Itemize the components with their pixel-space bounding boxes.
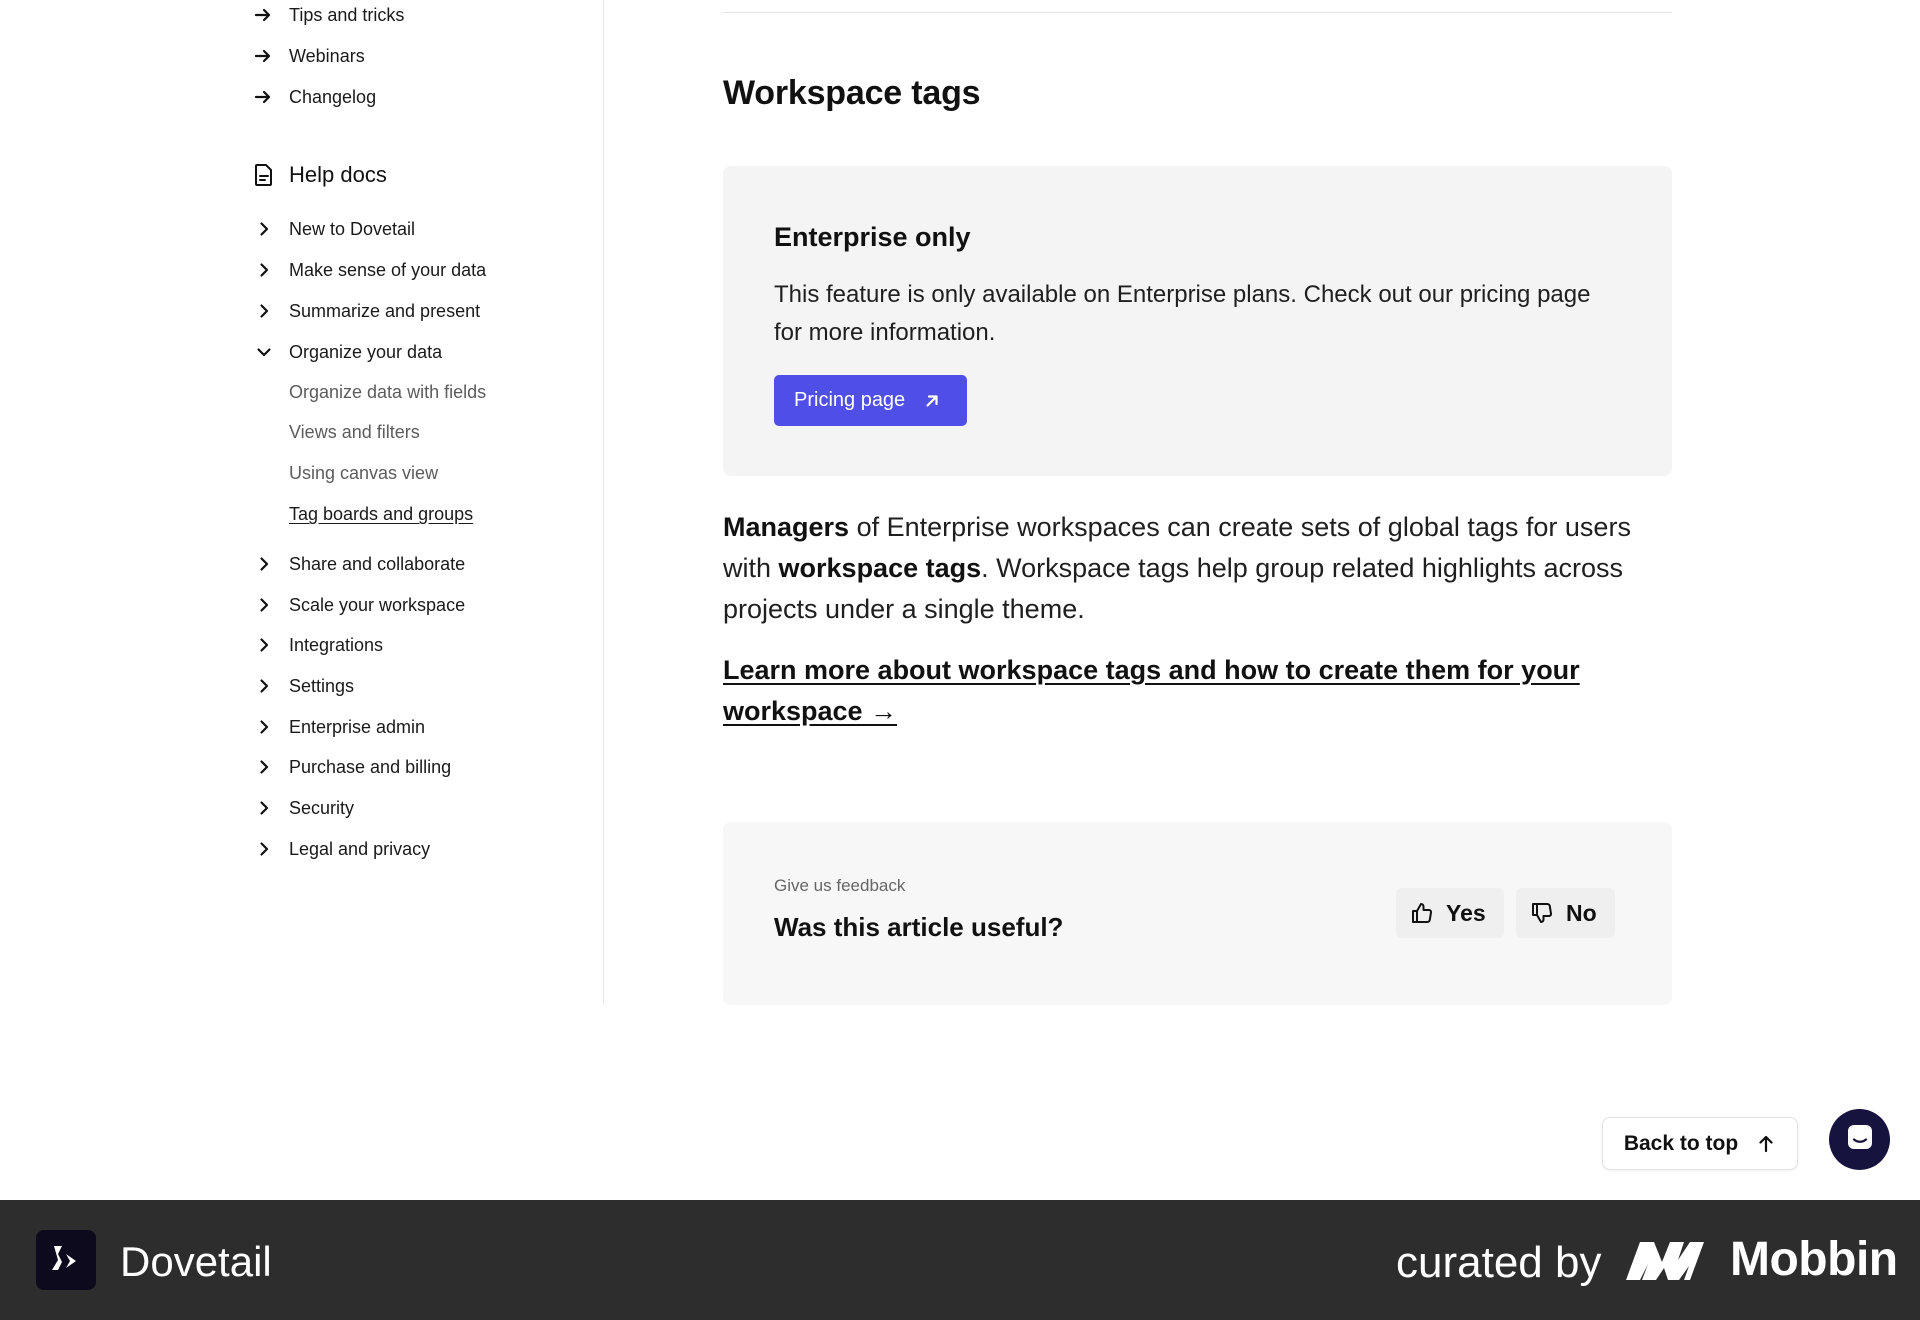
sidebar-link-tips[interactable]: Tips and tricks (253, 1, 404, 29)
feedback-no-button[interactable]: No (1516, 888, 1615, 938)
sidebar-item-new-to-dovetail[interactable]: New to Dovetail (255, 215, 415, 243)
sidebar-item-label: Make sense of your data (289, 259, 487, 280)
sidebar-item-label: Settings (289, 675, 355, 696)
chevron-right-icon (255, 220, 273, 238)
arrow-right-icon (253, 5, 273, 25)
sidebar-item-label: Scale your workspace (289, 594, 466, 615)
sidebar-item-label: New to Dovetail (289, 218, 416, 239)
chevron-down-icon (255, 343, 273, 361)
callout-text: This feature is only available on Enterp… (774, 281, 1591, 346)
sidebar-item-label: Enterprise admin (289, 716, 426, 737)
sidebar-item-make-sense[interactable]: Make sense of your data (255, 256, 486, 284)
external-link-icon (923, 392, 941, 410)
mobbin-logo-icon (1626, 1242, 1704, 1280)
chevron-right-icon (255, 261, 273, 279)
feedback-yes-label: Yes (1446, 899, 1486, 926)
thumbs-down-icon (1530, 901, 1554, 925)
chevron-right-icon (255, 555, 273, 573)
footer-curator: Mobbin (1730, 1233, 1898, 1286)
chevron-right-icon (255, 302, 273, 320)
help-docs-title: Help docs (289, 162, 387, 187)
back-to-top-label: Back to top (1623, 1131, 1739, 1155)
sidebar-item-purchase[interactable]: Purchase and billing (255, 753, 451, 781)
dovetail-logo-icon (36, 1230, 96, 1290)
arrow-right-icon (253, 87, 273, 107)
sidebar-item-organize[interactable]: Organize your data (255, 338, 442, 366)
sidebar-item-label: Integrations (289, 634, 384, 655)
back-to-top-button[interactable]: Back to top (1602, 1117, 1798, 1170)
sidebar-item-label: Security (289, 797, 355, 818)
sidebar-item-label: Legal and privacy (289, 838, 431, 859)
feedback-label: Give us feedback (774, 876, 906, 895)
thumbs-up-icon (1410, 901, 1434, 925)
feedback-panel: Give us feedback Was this article useful… (723, 822, 1672, 1005)
sidebar-subitem-views[interactable]: Views and filters (289, 418, 420, 446)
arrow-right-icon (253, 46, 273, 66)
callout-title: Enterprise only (774, 222, 971, 252)
sidebar-link-label: Tips and tricks (289, 4, 405, 25)
sidebar-item-security[interactable]: Security (255, 794, 354, 822)
chevron-right-icon (255, 718, 273, 736)
chevron-right-icon (255, 840, 273, 858)
chevron-right-icon (255, 636, 273, 654)
sidebar: Tips and tricks Webinars Changelog Help … (0, 0, 604, 1005)
chat-icon (1845, 1122, 1875, 1157)
sidebar-link-label: Changelog (289, 86, 377, 107)
chevron-right-icon (255, 596, 273, 614)
sidebar-item-settings[interactable]: Settings (255, 672, 354, 700)
bold-workspace-tags: workspace tags (778, 553, 982, 583)
feedback-no-label: No (1566, 899, 1597, 926)
sidebar-item-label: Summarize and present (289, 300, 481, 321)
sidebar-item-share[interactable]: Share and collaborate (255, 550, 465, 578)
sidebar-item-label: Share and collaborate (289, 553, 466, 574)
pricing-page-label: Pricing page (794, 389, 906, 411)
chevron-right-icon (255, 677, 273, 695)
bold-managers: Managers (723, 512, 850, 542)
footer: Dovetail curated by Mobbin (0, 1200, 1920, 1320)
sidebar-link-webinars[interactable]: Webinars (253, 42, 365, 70)
divider (723, 12, 1672, 13)
chat-launcher-button[interactable] (1829, 1109, 1890, 1170)
sidebar-link-changelog[interactable]: Changelog (253, 83, 376, 111)
sidebar-item-label: Organize your data (289, 341, 443, 362)
sidebar-subitem-canvas[interactable]: Using canvas view (289, 459, 438, 487)
footer-brand: Dovetail (120, 1238, 272, 1285)
sidebar-item-label: Purchase and billing (289, 756, 452, 777)
feedback-yes-button[interactable]: Yes (1396, 888, 1504, 938)
learn-more-link[interactable]: Learn more about workspace tags and how … (723, 650, 1603, 732)
help-docs-heading: Help docs (253, 162, 387, 188)
document-icon (253, 163, 275, 187)
sidebar-item-scale[interactable]: Scale your workspace (255, 591, 465, 619)
arrow-up-icon (1756, 1134, 1776, 1154)
sidebar-item-legal[interactable]: Legal and privacy (255, 835, 430, 863)
sidebar-item-summarize[interactable]: Summarize and present (255, 297, 480, 325)
curated-by-text: curated by (1396, 1238, 1602, 1287)
sidebar-link-label: Webinars (289, 45, 365, 66)
pricing-page-button[interactable]: Pricing page (774, 375, 968, 426)
sidebar-subitem-tag-boards[interactable]: Tag boards and groups (289, 500, 473, 528)
chevron-right-icon (255, 799, 273, 817)
page-title: Workspace tags (723, 74, 981, 112)
sidebar-item-enterprise-admin[interactable]: Enterprise admin (255, 713, 425, 741)
chevron-right-icon (255, 758, 273, 776)
sidebar-item-integrations[interactable]: Integrations (255, 631, 383, 659)
intro-paragraph: Managers of Enterprise workspaces can cr… (723, 507, 1672, 630)
feedback-question: Was this article useful? (774, 912, 1064, 942)
enterprise-callout: Enterprise only This feature is only ava… (723, 166, 1672, 476)
sidebar-subitem-fields[interactable]: Organize data with fields (289, 378, 486, 406)
